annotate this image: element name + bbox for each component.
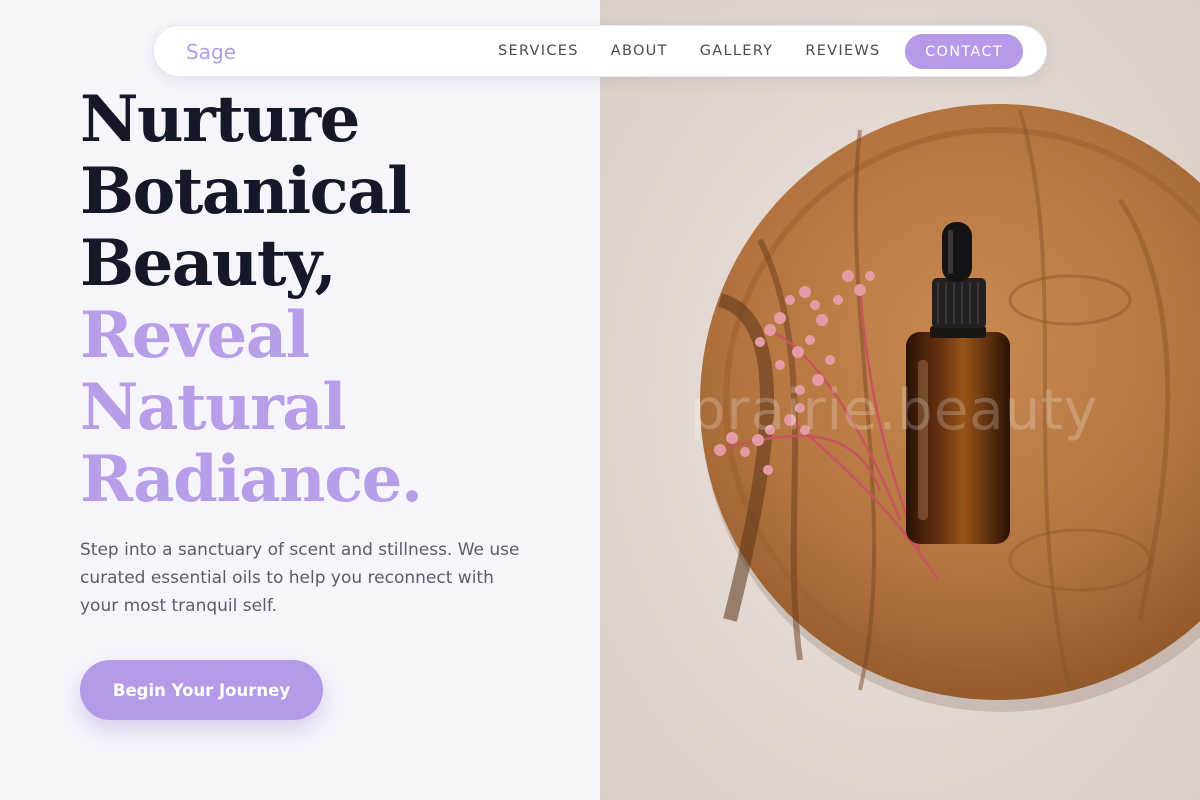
hero-description: Step into a sanctuary of scent and still… bbox=[80, 540, 520, 616]
nav-link-gallery[interactable]: GALLERY bbox=[700, 43, 774, 59]
nav-link-services[interactable]: SERVICES bbox=[498, 43, 579, 59]
nav-link-about[interactable]: ABOUT bbox=[611, 43, 668, 59]
hero-headline: Nurture Botanical Beauty, Reveal Natural… bbox=[80, 82, 423, 517]
nav-links: SERVICES ABOUT GALLERY REVIEWS bbox=[498, 43, 913, 59]
headline-accent-line: Reveal bbox=[80, 298, 310, 373]
contact-button[interactable]: CONTACT bbox=[905, 34, 1023, 69]
headline-line: Nurture bbox=[80, 82, 360, 157]
headline-line: Beauty, bbox=[80, 226, 337, 301]
headline-line: Botanical bbox=[80, 154, 411, 229]
top-navigation: Sage SERVICES ABOUT GALLERY REVIEWS CONT… bbox=[153, 25, 1047, 77]
nav-link-reviews[interactable]: REVIEWS bbox=[805, 43, 880, 59]
headline-accent-line: Natural bbox=[80, 370, 347, 445]
begin-journey-button[interactable]: Begin Your Journey bbox=[80, 660, 323, 720]
headline-accent-line: Radiance. bbox=[80, 442, 423, 517]
brand-logo[interactable]: Sage bbox=[186, 40, 236, 64]
watermark-text: prairie.beauty bbox=[690, 378, 1099, 443]
